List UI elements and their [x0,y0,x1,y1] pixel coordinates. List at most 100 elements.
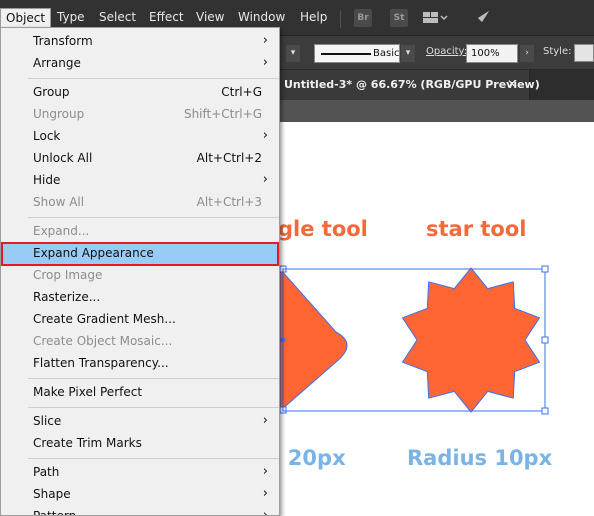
document-tab[interactable]: Untitled-3* @ 66.67% (RGB/GPU Preview) ✕ [280,70,540,100]
menu-item-shortcut: Alt+Ctrl+2 [196,151,262,165]
menu-item-label: Slice [33,414,62,428]
menu-item-make-pixel-perfect[interactable]: Make Pixel Perfect [2,382,278,404]
workspace-layout-icon[interactable] [422,10,448,26]
menu-item-label: Expand Appearance [33,246,154,260]
close-tab-icon[interactable]: ✕ [507,77,517,91]
pasteboard-strip [280,100,594,122]
menu-item-arrange[interactable]: Arrange › [2,53,278,75]
submenu-arrow-icon: › [262,413,268,428]
menu-item-label: Create Trim Marks [33,436,142,450]
menu-item-shortcut: Ctrl+G [221,85,262,99]
menu-item-create-object-mosaic[interactable]: Create Object Mosaic... [2,331,278,353]
rocket-icon[interactable] [472,8,492,28]
stroke-weight-chevron-icon[interactable]: ▾ [286,45,300,62]
submenu-arrow-icon: › [262,128,268,143]
menu-help[interactable]: Help [300,10,327,24]
menu-item-label: Show All [33,195,85,209]
menu-item-crop-image[interactable]: Crop Image [2,265,278,287]
menu-item-show-all[interactable]: Show All Alt+Ctrl+3 [2,192,278,214]
menu-item-label: Rasterize... [33,290,101,304]
menu-item-pattern[interactable]: Pattern › [2,506,278,516]
heading-right-text: star tool [426,217,526,241]
menu-effect[interactable]: Effect [149,10,184,24]
menu-separator [28,217,279,218]
menu-item-path[interactable]: Path › [2,462,278,484]
menu-item-label: Create Object Mosaic... [33,334,173,348]
menu-window[interactable]: Window [238,10,285,24]
menu-item-transform[interactable]: Transform › [2,31,278,53]
bridge-icon[interactable]: Br [354,9,372,27]
stroke-style-picker[interactable]: Basic [314,44,400,63]
object-menu-dropdown: Transform › Arrange › Group Ctrl+G Ungroup Shif… [0,27,280,516]
stroke-style-chevron-icon[interactable]: ▾ [401,45,415,62]
style-label: Style: [543,46,572,57]
heading-left-text: gle tool [280,217,368,241]
caption-left-text: s 20px [280,446,346,470]
menu-view[interactable]: View [196,10,224,24]
menu-item-label: Flatten Transparency... [33,356,169,370]
star-shape[interactable] [402,267,540,413]
menu-item-label: Unlock All [33,151,93,165]
menu-item-expand[interactable]: Expand... [2,221,278,243]
submenu-arrow-icon: › [262,486,268,501]
selection-handle[interactable] [541,265,549,273]
menu-item-label: Shape [33,487,71,501]
illustrator-window: Object Type Select Effect View Window He… [0,0,594,516]
menu-object[interactable]: Object [0,8,52,28]
menu-item-hide[interactable]: Hide › [2,170,278,192]
menu-item-label: Hide [33,173,61,187]
menu-select[interactable]: Select [99,10,136,24]
submenu-arrow-icon: › [262,172,268,187]
menu-separator [28,378,279,379]
selection-handle[interactable] [541,336,549,344]
menu-item-unlock-all[interactable]: Unlock All Alt+Ctrl+2 [2,148,278,170]
menu-item-label: Path [33,465,60,479]
menu-item-label: Arrange [33,56,81,70]
submenu-arrow-icon: › [262,33,268,48]
stroke-line-preview [321,53,371,55]
menu-item-create-gradient-mesh[interactable]: Create Gradient Mesh... [2,309,278,331]
menu-item-shortcut: Alt+Ctrl+3 [196,195,262,209]
selection-handle[interactable] [541,407,549,415]
menu-separator [28,407,279,408]
menu-item-create-trim-marks[interactable]: Create Trim Marks [2,433,278,455]
artboard-artwork: gle tool star tool s 20px Radius 10px [280,217,553,470]
menu-item-shortcut: Shift+Ctrl+G [183,107,262,121]
control-bar: ▾ Basic ▾ Opacity: 100% › Style: [280,36,594,70]
menu-item-expand-appearance[interactable]: Expand Appearance [1,242,279,266]
menu-separator [28,78,279,79]
document-tab-bar: Untitled-3* @ 66.67% (RGB/GPU Preview) ✕ [280,70,594,100]
submenu-arrow-icon: › [262,508,268,516]
menu-type[interactable]: Type [57,10,85,24]
menubar-divider [340,10,341,28]
menu-item-slice[interactable]: Slice › [2,411,278,433]
submenu-arrow-icon: › [262,464,268,479]
menu-item-flatten-transparency[interactable]: Flatten Transparency... [2,353,278,375]
menu-item-group[interactable]: Group Ctrl+G [2,82,278,104]
menu-item-label: Ungroup [33,107,85,121]
style-swatch[interactable] [574,44,594,62]
menu-item-shape[interactable]: Shape › [2,484,278,506]
document-tab-title: Untitled-3* @ 66.67% (RGB/GPU Preview) [284,78,540,91]
menu-item-label: Transform [33,34,93,48]
menu-item-label: Create Gradient Mesh... [33,312,176,326]
opacity-label[interactable]: Opacity: [426,46,467,57]
stroke-style-label: Basic [373,48,400,59]
menu-item-label: Lock [33,129,61,143]
menu-item-label: Pattern [33,509,77,516]
opacity-chevron-icon[interactable]: › [520,45,534,62]
artboard-canvas[interactable]: gle tool star tool s 20px Radius 10px [280,122,594,516]
menu-item-rasterize[interactable]: Rasterize... [2,287,278,309]
menu-item-label: Group [33,85,70,99]
submenu-arrow-icon: › [262,55,268,70]
menu-item-ungroup[interactable]: Ungroup Shift+Ctrl+G [2,104,278,126]
stock-icon[interactable]: St [390,9,408,27]
menu-item-label: Crop Image [33,268,103,282]
opacity-field[interactable]: 100% [466,44,518,63]
menu-item-label: Expand... [33,224,90,238]
menu-separator [28,458,279,459]
menu-item-label: Make Pixel Perfect [33,385,143,399]
caption-right-text: Radius 10px [407,446,553,470]
rounded-polygon-shape[interactable] [280,268,348,412]
menu-item-lock[interactable]: Lock › [2,126,278,148]
